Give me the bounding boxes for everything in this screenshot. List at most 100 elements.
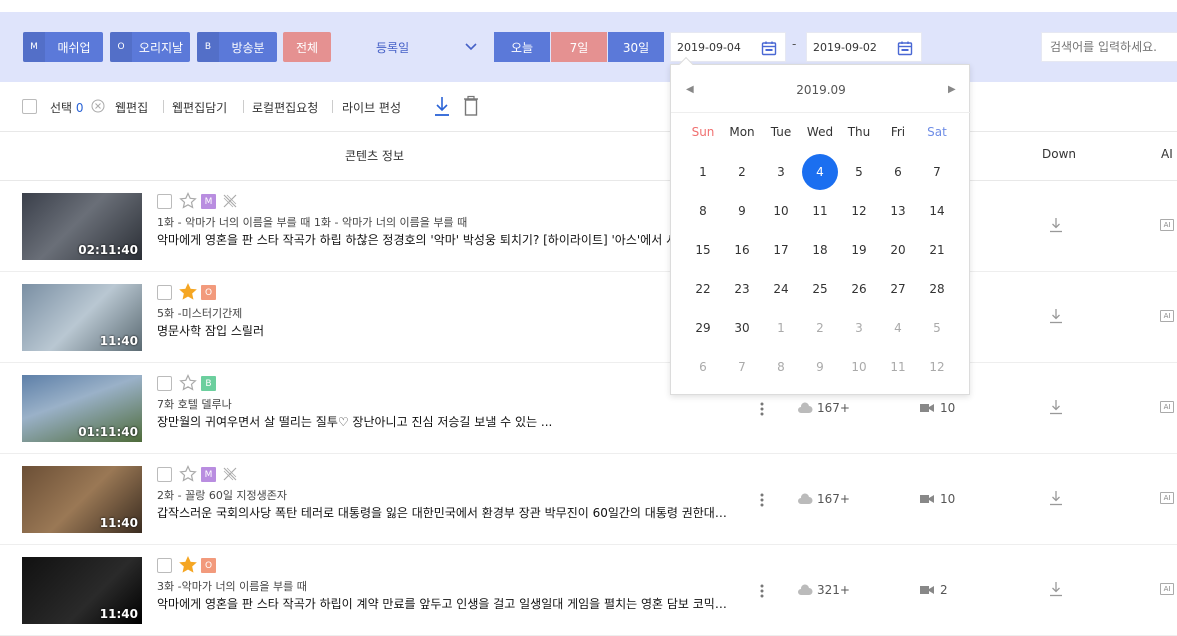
thumbnail[interactable]: 02:11:40 bbox=[22, 193, 142, 260]
calendar-day[interactable]: 11 bbox=[801, 199, 839, 223]
date-to-field[interactable]: 2019-09-02 bbox=[806, 32, 922, 62]
episode-title: 5화 -미스터기간제 bbox=[157, 307, 243, 320]
clear-selection-icon[interactable] bbox=[91, 99, 105, 113]
calendar-day[interactable]: 22 bbox=[684, 277, 722, 301]
calendar-icon[interactable] bbox=[761, 40, 777, 56]
calendar-day[interactable]: 23 bbox=[723, 277, 761, 301]
calendar-day[interactable]: 29 bbox=[684, 316, 722, 340]
calendar-day[interactable]: 7 bbox=[918, 160, 956, 184]
calendar-day[interactable]: 14 bbox=[918, 199, 956, 223]
calendar-day[interactable]: 16 bbox=[723, 238, 761, 262]
row-checkbox[interactable] bbox=[157, 558, 172, 573]
sort-select[interactable]: 등록일 bbox=[346, 32, 486, 62]
calendar-day[interactable]: 26 bbox=[840, 277, 878, 301]
row-checkbox[interactable] bbox=[157, 194, 172, 209]
thumbnail[interactable]: 11:40 bbox=[22, 557, 142, 624]
calendar-day[interactable]: 8 bbox=[684, 199, 722, 223]
episode-title: 1화 - 악마가 너의 이름을 부를 때 1화 - 악마가 너의 이름을 부를 … bbox=[157, 216, 468, 229]
ai-icon[interactable]: AI bbox=[1160, 219, 1174, 231]
ai-icon[interactable]: AI bbox=[1160, 492, 1174, 504]
range-30days-button[interactable]: 30일 bbox=[608, 32, 664, 62]
range-today-button[interactable]: 오늘 bbox=[494, 32, 550, 62]
calendar-day[interactable]: 12 bbox=[840, 199, 878, 223]
row-checkbox[interactable] bbox=[157, 467, 172, 482]
calendar-day[interactable]: 4 bbox=[879, 316, 917, 340]
filter-chip-mashup[interactable]: M 매쉬업 bbox=[23, 32, 103, 62]
table-row[interactable]: 02:11:40 M 1화 - 악마가 너의 이름을 부를 때 1화 - 악마가 너… bbox=[0, 181, 1177, 272]
ai-icon[interactable]: AI bbox=[1160, 310, 1174, 322]
more-options-icon[interactable] bbox=[760, 492, 764, 508]
calendar-day[interactable]: 28 bbox=[918, 277, 956, 301]
calendar-day[interactable]: 3 bbox=[840, 316, 878, 340]
calendar-day[interactable]: 15 bbox=[684, 238, 722, 262]
thumbnail[interactable]: 11:40 bbox=[22, 284, 142, 351]
star-icon[interactable] bbox=[179, 192, 197, 210]
calendar-day[interactable]: 12 bbox=[918, 355, 956, 379]
next-month-arrow-icon[interactable]: ▶ bbox=[948, 84, 956, 95]
calendar-day[interactable]: 5 bbox=[840, 160, 878, 184]
calendar-day[interactable]: 25 bbox=[801, 277, 839, 301]
views-value: 167+ bbox=[817, 492, 850, 506]
filter-chip-broadcast[interactable]: B 방송분 bbox=[197, 32, 277, 62]
calendar-day[interactable]: 2 bbox=[723, 160, 761, 184]
calendar-day[interactable]: 18 bbox=[801, 238, 839, 262]
calendar-day[interactable]: 6 bbox=[879, 160, 917, 184]
download-icon[interactable] bbox=[1049, 490, 1063, 506]
calendar-day[interactable]: 19 bbox=[840, 238, 878, 262]
row-checkbox[interactable] bbox=[157, 285, 172, 300]
filter-all-button[interactable]: 전체 bbox=[283, 32, 331, 62]
more-options-icon[interactable] bbox=[760, 583, 764, 599]
calendar-day[interactable]: 2 bbox=[801, 316, 839, 340]
star-icon[interactable] bbox=[179, 556, 197, 574]
ai-icon[interactable]: AI bbox=[1160, 583, 1174, 595]
more-options-icon[interactable] bbox=[760, 401, 764, 417]
table-row[interactable]: 11:40 M 2화 - 꼴랑 60일 지정생존자 갑작스러운 국회의사당 폭탄 테러… bbox=[0, 454, 1177, 545]
search-input[interactable] bbox=[1041, 32, 1177, 62]
select-all-checkbox[interactable] bbox=[22, 99, 37, 114]
download-icon[interactable] bbox=[1049, 217, 1063, 233]
action-divider bbox=[243, 100, 244, 113]
action-web-edit[interactable]: 웹편집 bbox=[115, 99, 148, 116]
table-row[interactable]: 11:40 O 3화 -악마가 너의 이름을 부를 때 악마에게 영혼을 판 스타 작… bbox=[0, 545, 1177, 636]
calendar-day[interactable]: 5 bbox=[918, 316, 956, 340]
calendar-day[interactable]: 13 bbox=[879, 199, 917, 223]
calendar-day[interactable]: 3 bbox=[762, 160, 800, 184]
download-icon[interactable] bbox=[1049, 399, 1063, 415]
row-checkbox[interactable] bbox=[157, 376, 172, 391]
calendar-day[interactable]: 9 bbox=[723, 199, 761, 223]
table-row[interactable]: 11:40 O 5화 -미스터기간제 명문사학 잠입 스릴러 AI bbox=[0, 272, 1177, 363]
download-icon[interactable] bbox=[1049, 308, 1063, 324]
calendar-day[interactable]: 21 bbox=[918, 238, 956, 262]
calendar-day[interactable]: 17 bbox=[762, 238, 800, 262]
calendar-day[interactable]: 7 bbox=[723, 355, 761, 379]
star-icon[interactable] bbox=[179, 465, 197, 483]
star-icon[interactable] bbox=[179, 374, 197, 392]
range-7days-button[interactable]: 7일 bbox=[551, 32, 607, 62]
calendar-day[interactable]: 24 bbox=[762, 277, 800, 301]
calendar-day[interactable]: 10 bbox=[762, 199, 800, 223]
download-icon[interactable] bbox=[433, 95, 451, 117]
action-live-schedule[interactable]: 라이브 편성 bbox=[342, 99, 401, 116]
calendar-day[interactable]: 1 bbox=[762, 316, 800, 340]
calendar-icon[interactable] bbox=[897, 40, 913, 56]
thumbnail[interactable]: 01:11:40 bbox=[22, 375, 142, 442]
calendar-day[interactable]: 8 bbox=[762, 355, 800, 379]
calendar-day[interactable]: 20 bbox=[879, 238, 917, 262]
calendar-day[interactable]: 4 bbox=[802, 154, 838, 190]
ai-icon[interactable]: AI bbox=[1160, 401, 1174, 413]
action-local-edit-request[interactable]: 로컬편집요청 bbox=[252, 99, 318, 116]
star-icon[interactable] bbox=[179, 283, 197, 301]
calendar-day[interactable]: 10 bbox=[840, 355, 878, 379]
calendar-day[interactable]: 6 bbox=[684, 355, 722, 379]
table-row[interactable]: 01:11:40 B 7화 호텔 델루나 장만월의 귀여우면서 살 떨리는 질투♡ 장… bbox=[0, 363, 1177, 454]
calendar-day[interactable]: 27 bbox=[879, 277, 917, 301]
filter-chip-original[interactable]: O 오리지날 bbox=[110, 32, 190, 62]
calendar-day[interactable]: 11 bbox=[879, 355, 917, 379]
calendar-day[interactable]: 30 bbox=[723, 316, 761, 340]
trash-icon[interactable] bbox=[462, 95, 480, 117]
thumbnail[interactable]: 11:40 bbox=[22, 466, 142, 533]
calendar-day[interactable]: 1 bbox=[684, 160, 722, 184]
download-icon[interactable] bbox=[1049, 581, 1063, 597]
calendar-day[interactable]: 9 bbox=[801, 355, 839, 379]
action-web-edit-add[interactable]: 웹편집담기 bbox=[172, 99, 227, 116]
